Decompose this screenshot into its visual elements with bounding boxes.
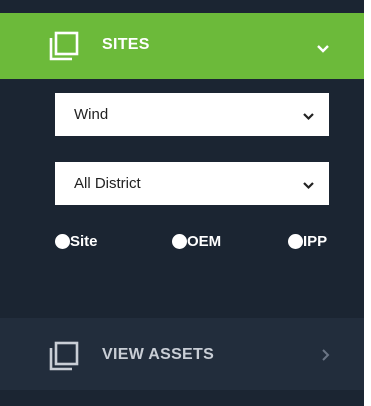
radio-site-label: Site (70, 232, 98, 250)
district-select[interactable]: All District (55, 162, 329, 205)
type-select[interactable]: Wind (55, 93, 329, 136)
chevron-down-icon (302, 178, 315, 196)
district-select-value: All District (74, 175, 141, 192)
radio-site[interactable]: Site (55, 232, 98, 250)
chevron-down-icon (302, 109, 315, 127)
window-squares-icon (49, 341, 79, 376)
chevron-down-icon[interactable] (316, 41, 330, 59)
sidebar-panel: SITES Wind All District Site OEM IPP VIE… (0, 0, 364, 406)
radio-oem[interactable]: OEM (172, 232, 222, 250)
sites-title: SITES (102, 36, 150, 53)
radio-oem-label: OEM (187, 232, 222, 250)
radio-ipp-label: IPP (303, 232, 328, 250)
view-assets-title: VIEW ASSETS (102, 346, 215, 363)
view-assets-section[interactable]: VIEW ASSETS (0, 318, 364, 390)
sites-section-header[interactable]: SITES (0, 13, 364, 79)
window-squares-icon (49, 31, 79, 66)
radio-ipp[interactable]: IPP (288, 232, 328, 250)
radio-oem-dot[interactable] (172, 233, 187, 249)
type-select-value: Wind (74, 106, 109, 123)
radio-site-dot[interactable] (55, 233, 70, 249)
top-strip (0, 0, 364, 13)
chevron-right-icon[interactable] (321, 348, 331, 367)
radio-ipp-dot[interactable] (288, 233, 303, 249)
